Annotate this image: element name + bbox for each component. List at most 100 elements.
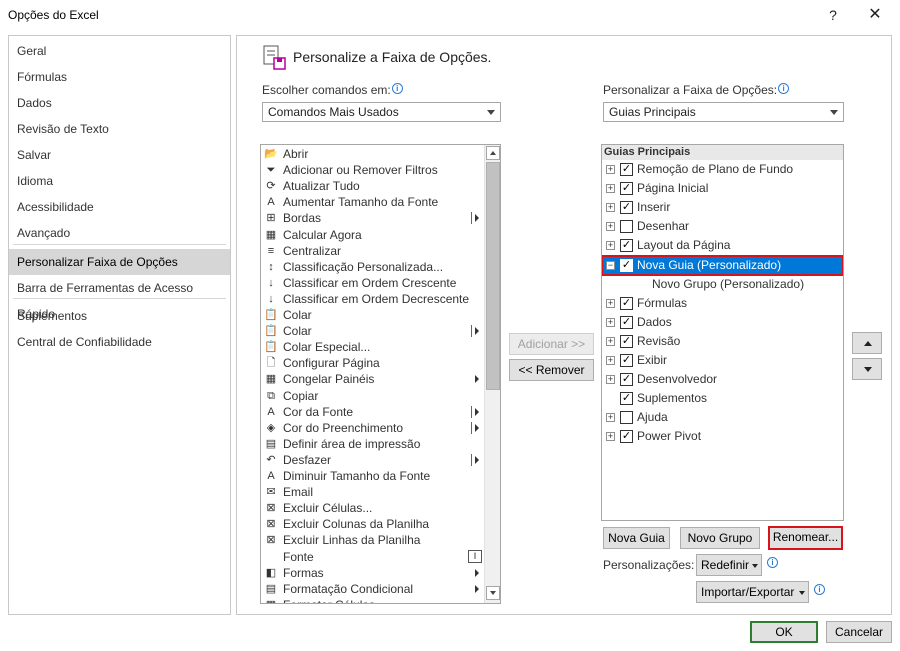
nav-item[interactable]: Personalizar Faixa de Opções [9, 249, 230, 275]
tree-tab-item[interactable]: + ✓ Inserir [602, 198, 843, 217]
command-item[interactable]: ⊞ Bordas [261, 210, 485, 226]
close-button[interactable]: ✕ [864, 4, 886, 26]
nav-item[interactable]: Avançado [9, 220, 230, 246]
tree-tab-item[interactable]: + ✓ Revisão [602, 332, 843, 351]
expand-icon[interactable]: + [606, 165, 615, 174]
command-item[interactable]: 📋 Colar [261, 307, 485, 323]
expand-icon[interactable]: + [606, 184, 615, 194]
tree-tab-item[interactable]: − ✓ Nova Guia (Personalizado) [602, 254, 843, 276]
customize-ribbon-dropdown[interactable]: Guias Principais [603, 102, 844, 122]
expand-icon[interactable]: + [606, 222, 615, 232]
tab-checkbox[interactable]: ✓ [620, 296, 633, 310]
scroll-thumb[interactable] [486, 162, 500, 390]
command-item[interactable]: ✉ Email [261, 484, 485, 500]
tab-checkbox[interactable]: ✓ [620, 392, 633, 406]
command-item[interactable]: ▤ Formatação Condicional [261, 581, 485, 597]
tree-tab-item[interactable]: + ✓ Exibir [602, 351, 843, 370]
tab-checkbox[interactable]: ✓ [620, 163, 633, 176]
new-group-button[interactable]: Novo Grupo [680, 527, 760, 549]
command-item[interactable]: ⊠ Excluir Células... [261, 500, 485, 516]
nav-item[interactable]: Suplementos [9, 303, 230, 329]
help-button[interactable]: ? [824, 4, 842, 26]
reset-dropdown[interactable]: Redefinir [696, 554, 762, 576]
tab-checkbox[interactable]: ✓ [620, 201, 633, 215]
ribbon-tabs-tree[interactable]: Guias Principais + ✓ Remoção de Plano de F… [601, 144, 844, 521]
command-item[interactable]: ≡ Centralizar [261, 243, 485, 259]
nav-item[interactable]: Fórmulas [9, 64, 230, 90]
commands-list[interactable]: 📂 Abrir ⏷ Adicionar ou Remover Filtros ⟳ Atua… [260, 144, 501, 604]
nav-item[interactable]: Revisão de Texto [9, 116, 230, 142]
ok-button[interactable]: OK [750, 621, 818, 643]
nav-item[interactable]: Acessibilidade [9, 194, 230, 220]
tree-group-item[interactable]: Novo Grupo (Personalizado) [602, 275, 843, 294]
command-item[interactable]: A Diminuir Tamanho da Fonte [261, 468, 485, 484]
scroll-down-button[interactable] [486, 586, 500, 600]
command-item[interactable]: ↶ Desfazer [261, 452, 485, 468]
commands-scrollbar[interactable] [484, 145, 500, 603]
tree-tab-item[interactable]: + ✓ Página Inicial [602, 179, 843, 198]
expand-icon[interactable]: + [606, 375, 615, 385]
tab-checkbox[interactable]: ✓ [620, 258, 633, 272]
command-item[interactable]: ↓ Classificar em Ordem Crescente [261, 275, 485, 291]
command-item[interactable]: A Cor da Fonte [261, 404, 485, 420]
command-item[interactable]: ◈ Cor do Preenchimento [261, 420, 485, 436]
new-tab-button[interactable]: Nova Guia [603, 527, 670, 549]
expand-icon[interactable]: + [606, 356, 615, 365]
info-icon[interactable]: i [767, 557, 778, 568]
import-export-dropdown[interactable]: Importar/Exportar [696, 581, 809, 603]
tab-checkbox[interactable] [620, 220, 633, 234]
expand-icon[interactable]: + [606, 203, 615, 213]
command-item[interactable]: ▦ Congelar Painéis [261, 371, 485, 387]
tab-checkbox[interactable]: ✓ [620, 373, 633, 387]
command-item[interactable]: 📋 Colar Especial... [261, 339, 485, 355]
tab-checkbox[interactable] [620, 411, 633, 425]
expand-icon[interactable]: + [606, 432, 615, 442]
command-item[interactable]: ↓ Classificar em Ordem Decrescente [261, 291, 485, 307]
tree-tab-item[interactable]: ✓ Suplementos [602, 389, 843, 408]
command-item[interactable]: Fonte I [261, 549, 485, 565]
command-item[interactable]: ⏷ Adicionar ou Remover Filtros [261, 162, 485, 178]
command-item[interactable]: ↕ Classificação Personalizada... [261, 259, 485, 275]
tree-tab-item[interactable]: + ✓ Power Pivot [602, 427, 843, 446]
add-button[interactable]: Adicionar >> [509, 333, 594, 355]
nav-item[interactable]: Salvar [9, 142, 230, 168]
info-icon[interactable]: i [391, 83, 403, 94]
tab-checkbox[interactable]: ✓ [620, 239, 633, 253]
command-item[interactable]: ▦ Formatar Células... [261, 597, 485, 603]
tree-tab-item[interactable]: + Desenhar [602, 217, 843, 236]
choose-commands-dropdown[interactable]: Comandos Mais Usados [262, 102, 501, 122]
info-icon[interactable]: i [814, 584, 825, 595]
tab-checkbox[interactable]: ✓ [620, 334, 633, 348]
move-up-button[interactable] [852, 332, 882, 354]
expand-icon[interactable]: + [606, 241, 615, 251]
command-item[interactable]: ▦ Calcular Agora [261, 227, 485, 243]
command-item[interactable]: A Aumentar Tamanho da Fonte [261, 194, 485, 210]
tree-tab-item[interactable]: + ✓ Dados [602, 313, 843, 332]
command-item[interactable]: ⊠ Excluir Colunas da Planilha [261, 516, 485, 532]
command-item[interactable]: 🗋 Configurar Página [261, 355, 485, 371]
expand-icon[interactable]: + [606, 336, 615, 346]
scroll-up-button[interactable] [486, 146, 500, 160]
cancel-button[interactable]: Cancelar [826, 621, 892, 643]
nav-item[interactable]: Central de Confiabilidade [9, 329, 230, 355]
nav-item[interactable]: Geral [9, 38, 230, 64]
tab-checkbox[interactable]: ✓ [620, 315, 633, 329]
command-item[interactable]: 📂 Abrir [261, 146, 485, 162]
tab-checkbox[interactable]: ✓ [620, 430, 633, 444]
command-item[interactable]: ◧ Formas [261, 565, 485, 581]
info-icon[interactable]: i [778, 83, 790, 94]
command-item[interactable]: ⧉ Copiar [261, 388, 485, 404]
command-item[interactable]: 📋 Colar [261, 323, 485, 339]
nav-item[interactable]: Idioma [9, 168, 230, 194]
command-item[interactable]: ⊠ Excluir Linhas da Planilha [261, 532, 485, 548]
command-item[interactable]: ▤ Definir área de impressão [261, 436, 485, 452]
move-down-button[interactable] [852, 358, 882, 380]
tab-checkbox[interactable]: ✓ [620, 354, 633, 367]
expand-icon[interactable]: + [606, 413, 615, 423]
tree-tab-item[interactable]: + ✓ Fórmulas [602, 294, 843, 313]
expand-icon[interactable]: + [606, 298, 615, 308]
remove-button[interactable]: << Remover [509, 359, 594, 381]
rename-button[interactable]: Renomear... [768, 526, 843, 550]
tree-tab-item[interactable]: + ✓ Layout da Página [602, 236, 843, 255]
tree-tab-item[interactable]: + ✓ Remoção de Plano de Fundo [602, 160, 843, 179]
